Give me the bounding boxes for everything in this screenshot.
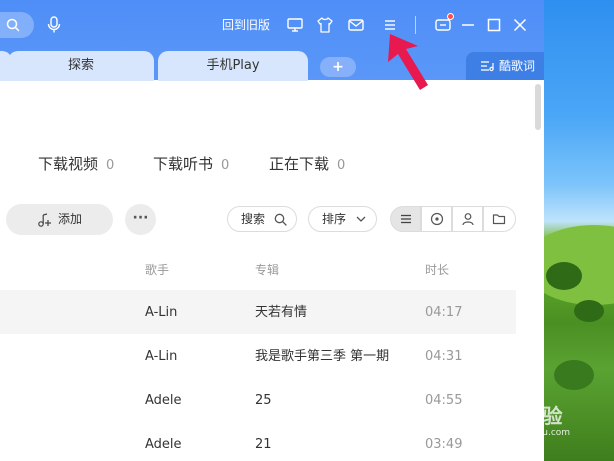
view-mode-group (390, 206, 516, 232)
cool-lyrics-label: 酷歌词 (499, 59, 536, 73)
column-header-artist[interactable]: 歌手 (145, 263, 169, 277)
add-button-label: 添加 (58, 212, 83, 226)
column-header-duration[interactable]: 时长 (425, 263, 449, 277)
desktop-wallpaper (544, 0, 614, 461)
old-version-link[interactable]: 回到旧版 (222, 16, 270, 34)
search-box[interactable] (0, 12, 34, 38)
sort-label: 排序 (322, 212, 347, 226)
add-music-icon (38, 213, 51, 227)
minimize-icon[interactable] (459, 16, 477, 34)
list-icon (401, 214, 411, 224)
category-downloading[interactable]: 正在下载 0 (269, 155, 345, 175)
category-download-audiobook[interactable]: 下载听书 0 (153, 155, 229, 175)
song-duration: 04:31 (425, 349, 463, 364)
folder-view-button[interactable] (483, 206, 516, 232)
table-row[interactable]: A-Lin 天若有情 04:17 (0, 290, 516, 334)
chevron-down-icon (356, 216, 366, 222)
table-row[interactable]: Adele 25 04:55 (0, 378, 516, 422)
search-icon[interactable] (6, 18, 20, 32)
vertical-scrollbar[interactable] (535, 84, 541, 130)
music-app-window: 回到旧版 探索 手机Play + 酷歌词 下载视频 0 下载听书 0 正在下载 … (0, 0, 544, 461)
table-row[interactable]: Adele 21 03:49 (0, 422, 516, 461)
song-artist[interactable]: Adele (145, 393, 182, 409)
song-album[interactable]: 天若有情 (255, 305, 307, 321)
wallpaper-tree (574, 300, 604, 322)
maximize-icon[interactable] (485, 16, 503, 34)
category-count: 0 (337, 158, 346, 173)
category-download-video[interactable]: 下载视频 0 (38, 155, 114, 175)
search-icon (274, 213, 287, 226)
album-view-button[interactable] (421, 206, 452, 232)
category-label: 正在下载 (269, 155, 330, 173)
disc-icon (430, 212, 444, 226)
table-row[interactable]: A-Lin 我是歌手第三季 第一期 04:31 (0, 334, 516, 378)
tab-mobile-play[interactable]: 手机Play (158, 51, 308, 81)
lyrics-icon (481, 61, 494, 72)
song-duration: 03:49 (425, 437, 463, 452)
song-duration: 04:17 (425, 305, 463, 320)
close-icon[interactable] (511, 16, 529, 34)
artist-view-button[interactable] (452, 206, 483, 232)
cool-lyrics-button[interactable]: 酷歌词 (466, 52, 544, 80)
song-artist[interactable]: A-Lin (145, 305, 177, 321)
search-list-label: 搜索 (241, 212, 266, 226)
wallpaper-tree (546, 262, 582, 290)
person-icon (462, 213, 474, 226)
folder-icon (492, 214, 506, 225)
message-mail-icon[interactable] (347, 16, 365, 34)
song-artist[interactable]: A-Lin (145, 349, 177, 365)
category-count: 0 (221, 158, 230, 173)
song-album[interactable]: 21 (255, 437, 272, 453)
more-button[interactable]: ··· (125, 204, 156, 235)
column-header-album[interactable]: 专辑 (255, 263, 279, 277)
category-label: 下载听书 (153, 155, 214, 173)
song-album[interactable]: 我是歌手第三季 第一期 (255, 349, 389, 365)
search-list-button[interactable]: 搜索 (227, 206, 297, 232)
notification-dot (447, 13, 454, 20)
category-count: 0 (106, 158, 115, 173)
annotation-arrow-icon (388, 34, 428, 90)
wallpaper-tree (554, 360, 594, 390)
song-artist[interactable]: Adele (145, 437, 182, 453)
mini-player-icon[interactable] (286, 16, 304, 34)
voice-search-icon[interactable] (46, 16, 62, 34)
title-bar: 回到旧版 探索 手机Play + 酷歌词 (0, 0, 544, 81)
sort-dropdown[interactable]: 排序 (308, 206, 377, 232)
add-tab-button[interactable]: + (320, 57, 356, 77)
song-duration: 04:55 (425, 393, 463, 408)
skin-shirt-icon[interactable] (316, 16, 334, 34)
list-view-button[interactable] (390, 206, 421, 232)
tab-explore[interactable]: 探索 (8, 51, 154, 81)
category-label: 下载视频 (38, 155, 99, 173)
add-button[interactable]: 添加 (6, 204, 113, 235)
song-album[interactable]: 25 (255, 393, 272, 409)
